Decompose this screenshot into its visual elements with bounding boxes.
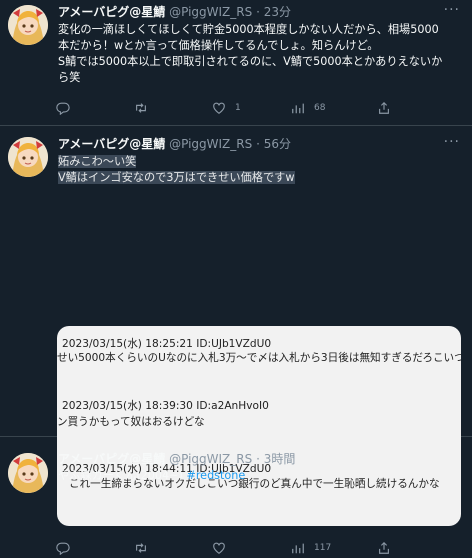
heart-icon (213, 102, 225, 114)
tweet-3[interactable]: アメーバピグ@星鯖 @PiggWIZ_RS · 3時間 やぶ森ガーくん(2004… (0, 437, 472, 493)
view-count: 117 (314, 543, 332, 553)
like-button[interactable]: 1 (212, 98, 241, 118)
tweet-2[interactable]: アメーバピグ@星鯖 @PiggWIZ_RS · 56分 ··· 妬みこわ〜い笑 … (0, 126, 472, 555)
retweet-button[interactable] (134, 98, 148, 118)
views-button[interactable]: 68 (291, 98, 325, 118)
post-header: 2023/03/15(水) 18:25:21 ID:UJb1VZdU0 (62, 338, 272, 350)
tweet-text-line: V鯖はインゴ安なので3万はできせい価格ですw (58, 171, 295, 184)
display-name[interactable]: アメーバピグ@星鯖 (58, 5, 165, 19)
separator: · (256, 137, 260, 151)
tweet-text-line: やぶ森ガーくん(2004~) (58, 469, 187, 482)
tweet-text: 変化の一滴ほしくてほしくて貯金5000本程度しかない人だから、相場5000 本だ… (58, 22, 464, 86)
heart-icon (213, 542, 225, 554)
hashtag-link[interactable]: #redstone (186, 469, 245, 482)
post-body: せい5000本くらいのUなのに入札3万〜で〆は入札から3日後は無知すぎるだろこい… (57, 352, 461, 364)
timestamp[interactable]: 3時間 (264, 452, 296, 466)
retweet-icon (136, 103, 146, 113)
tweet-actions: 1 68 (52, 98, 412, 118)
tweet-text-line: 本だから！wとか言って価格操作してるんでしょ。知らんけど。 (58, 39, 379, 52)
tweet-text-line: 変化の一滴ほしくてほしくて貯金5000本程度しかない人だから、相場5000 (58, 23, 439, 36)
retweet-icon (136, 543, 146, 553)
timestamp[interactable]: 56分 (264, 137, 291, 151)
reply-icon (56, 542, 70, 555)
share-icon (379, 101, 389, 114)
tweet-text-line: S鯖では5000本以上で即取引されてるのに、V鯖で5000本とかありえないか (58, 55, 443, 68)
share-button[interactable] (377, 538, 391, 558)
view-count: 68 (314, 103, 326, 113)
timestamp[interactable]: 23分 (264, 5, 291, 19)
share-icon (379, 541, 389, 554)
separator: · (256, 5, 260, 19)
more-icon[interactable]: ··· (444, 133, 460, 151)
post-body: ン買うかもって奴はおるけどな (57, 416, 205, 428)
tweet-header: アメーバピグ@星鯖 @PiggWIZ_RS · 23分 (58, 3, 464, 21)
quoted-image[interactable]: 2023/03/15(水) 18:25:21 ID:UJb1VZdU0 せい50… (57, 326, 461, 526)
views-button[interactable]: 117 (291, 538, 331, 558)
display-name[interactable]: アメーバピグ@星鯖 (58, 452, 165, 466)
tweet-header: アメーバピグ@星鯖 @PiggWIZ_RS · 56分 (58, 135, 464, 153)
user-handle[interactable]: @PiggWIZ_RS (169, 137, 252, 151)
views-icon (292, 543, 304, 554)
share-button[interactable] (377, 98, 391, 118)
post-header: 2023/03/15(水) 18:39:30 ID:a2AnHvoI0 (62, 400, 269, 412)
views-icon (292, 103, 304, 114)
separator: · (256, 452, 260, 466)
tweet-text: 妬みこわ〜い笑 V鯖はインゴ安なので3万はできせい価格ですw (58, 154, 464, 186)
tweet-actions: 117 (52, 538, 412, 558)
reply-icon (56, 102, 70, 115)
user-handle[interactable]: @PiggWIZ_RS (169, 5, 252, 19)
avatar[interactable] (8, 5, 48, 45)
reply-button[interactable] (56, 538, 70, 558)
retweet-button[interactable] (134, 538, 148, 558)
tweet-text-line: 妬みこわ〜い笑 (58, 155, 137, 168)
like-button[interactable] (212, 538, 226, 558)
like-count: 1 (235, 103, 241, 113)
tweet-header: アメーバピグ@星鯖 @PiggWIZ_RS · 3時間 (58, 450, 464, 468)
display-name[interactable]: アメーバピグ@星鯖 (58, 137, 165, 151)
avatar[interactable] (8, 453, 48, 493)
user-handle[interactable]: @PiggWIZ_RS (169, 452, 252, 466)
tweet-1[interactable]: アメーバピグ@星鯖 @PiggWIZ_RS · 23分 ··· 変化の一滴ほしく… (0, 0, 472, 126)
reply-button[interactable] (56, 98, 70, 118)
more-icon[interactable]: ··· (444, 1, 460, 19)
avatar[interactable] (8, 137, 48, 177)
tweet-text-line: ら笑 (58, 71, 81, 84)
